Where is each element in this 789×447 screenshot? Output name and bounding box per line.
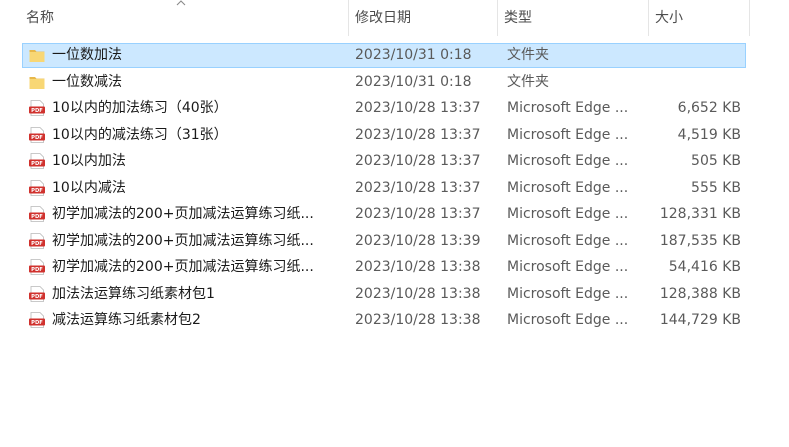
file-list: 一位数加法 2023/10/31 0:18 文件夹 一位数减法 2023/10/… [0,42,789,334]
file-type: Microsoft Edge ... [507,259,629,275]
pdf-icon: PDF [29,126,45,143]
file-type: Microsoft Edge ... [507,285,629,302]
file-type: 文件夹 [507,73,549,90]
file-name-cell[interactable]: PDF 减法运算练习纸素材包2 [28,307,346,334]
file-row[interactable]: PDF 10以内加法 2023/10/28 13:37 Microsoft Ed… [0,148,789,175]
pdf-icon: PDF [29,153,45,170]
file-row[interactable]: PDF 减法运算练习纸素材包2 2023/10/28 13:38 Microso… [0,307,789,334]
file-date-modified: 2023/10/28 13:37 [355,100,481,116]
pdf-icon: PDF [29,285,45,302]
file-size: 6,652 KB [677,100,741,116]
file-date-modified: 2023/10/28 13:37 [355,153,481,169]
file-row[interactable]: PDF 初学加减法的200+页加减法运算练习纸... 2023/10/28 13… [0,201,789,228]
file-name-cell[interactable]: PDF 初学加减法的200+页加减法运算练习纸... [28,201,346,228]
file-type: Microsoft Edge ... [507,312,629,328]
column-header-type[interactable]: 类型 [498,0,647,36]
file-name-cell[interactable]: PDF 10以内的加法练习（40张） [28,95,346,122]
column-header-name[interactable]: 名称 [20,0,347,36]
file-size [649,69,741,96]
file-type: Microsoft Edge ... [507,100,629,116]
file-row[interactable]: 一位数加法 2023/10/31 0:18 文件夹 [0,42,789,69]
file-name: 10以内减法 [52,179,126,196]
file-name-cell[interactable]: PDF 10以内减法 [28,175,346,202]
folder-icon [29,76,45,89]
folder-icon [29,50,45,63]
svg-text:PDF: PDF [31,108,43,114]
file-date-modified: 2023/10/28 13:39 [355,232,481,249]
pdf-icon: PDF [29,312,45,329]
file-row[interactable]: 一位数减法 2023/10/31 0:18 文件夹 [0,69,789,96]
svg-text:PDF: PDF [31,241,43,247]
file-size: 128,388 KB [659,285,741,302]
file-name: 初学加减法的200+页加减法运算练习纸... [52,206,314,222]
file-type: Microsoft Edge ... [507,153,629,169]
file-date-modified: 2023/10/28 13:37 [355,179,481,196]
file-size: 128,331 KB [659,206,741,222]
file-size: 187,535 KB [659,232,741,249]
file-row[interactable]: PDF 初学加减法的200+页加减法运算练习纸... 2023/10/28 13… [0,254,789,281]
file-name: 一位数减法 [52,73,122,90]
file-type: Microsoft Edge ... [507,232,629,249]
file-name-cell[interactable]: PDF 加法法运算练习纸素材包1 [28,281,346,308]
file-name-cell[interactable]: PDF 10以内的减法练习（31张） [28,122,346,149]
file-name: 一位数加法 [52,47,122,63]
column-header-size[interactable]: 大小 [649,0,749,36]
svg-text:PDF: PDF [31,188,43,194]
file-explorer: 名称 修改日期 类型 大小 一位数加法 2023/10/31 0:18 文件夹 … [0,0,789,447]
pdf-icon: PDF [29,100,45,117]
file-size: 144,729 KB [659,312,741,328]
file-date-modified: 2023/10/31 0:18 [355,47,472,63]
file-size [649,42,741,69]
pdf-icon: PDF [29,206,45,223]
pdf-icon: PDF [29,179,45,196]
file-name-cell[interactable]: PDF 初学加减法的200+页加减法运算练习纸... [28,254,346,281]
svg-text:PDF: PDF [31,320,43,326]
column-header-date-modified[interactable]: 修改日期 [349,0,496,36]
file-name-cell[interactable]: PDF 初学加减法的200+页加减法运算练习纸... [28,228,346,255]
file-date-modified: 2023/10/31 0:18 [355,73,472,90]
file-size: 4,519 KB [677,126,741,143]
svg-text:PDF: PDF [31,214,43,220]
svg-text:PDF: PDF [31,135,43,141]
file-name: 加法法运算练习纸素材包1 [52,285,215,302]
file-name: 10以内加法 [52,153,126,169]
pdf-icon: PDF [29,259,45,276]
file-type: Microsoft Edge ... [507,179,629,196]
svg-text:PDF: PDF [31,267,43,273]
file-date-modified: 2023/10/28 13:37 [355,206,481,222]
file-name-cell[interactable]: PDF 10以内加法 [28,148,346,175]
file-name: 10以内的减法练习（31张） [52,126,228,143]
file-row[interactable]: PDF 10以内的减法练习（31张） 2023/10/28 13:37 Micr… [0,122,789,149]
file-date-modified: 2023/10/28 13:38 [355,259,481,275]
file-name: 初学加减法的200+页加减法运算练习纸... [52,259,314,275]
file-date-modified: 2023/10/28 13:38 [355,285,481,302]
file-name: 10以内的加法练习（40张） [52,100,228,116]
file-type: 文件夹 [507,47,549,63]
pdf-icon: PDF [29,232,45,249]
svg-text:PDF: PDF [31,161,43,167]
file-name: 初学加减法的200+页加减法运算练习纸... [52,232,314,249]
column-divider[interactable] [749,0,750,36]
column-header-bar: 名称 修改日期 类型 大小 [0,0,789,36]
file-row[interactable]: PDF 初学加减法的200+页加减法运算练习纸... 2023/10/28 13… [0,228,789,255]
file-row[interactable]: PDF 10以内减法 2023/10/28 13:37 Microsoft Ed… [0,175,789,202]
file-type: Microsoft Edge ... [507,126,629,143]
file-type: Microsoft Edge ... [507,206,629,222]
file-date-modified: 2023/10/28 13:37 [355,126,481,143]
file-name: 减法运算练习纸素材包2 [52,312,201,328]
file-size: 505 KB [691,153,741,169]
file-name-cell[interactable]: 一位数加法 [28,42,346,69]
file-name-cell[interactable]: 一位数减法 [28,69,346,96]
file-row[interactable]: PDF 加法法运算练习纸素材包1 2023/10/28 13:38 Micros… [0,281,789,308]
file-size: 555 KB [691,179,741,196]
file-date-modified: 2023/10/28 13:38 [355,312,481,328]
svg-text:PDF: PDF [31,294,43,300]
file-size: 54,416 KB [668,259,741,275]
file-row[interactable]: PDF 10以内的加法练习（40张） 2023/10/28 13:37 Micr… [0,95,789,122]
